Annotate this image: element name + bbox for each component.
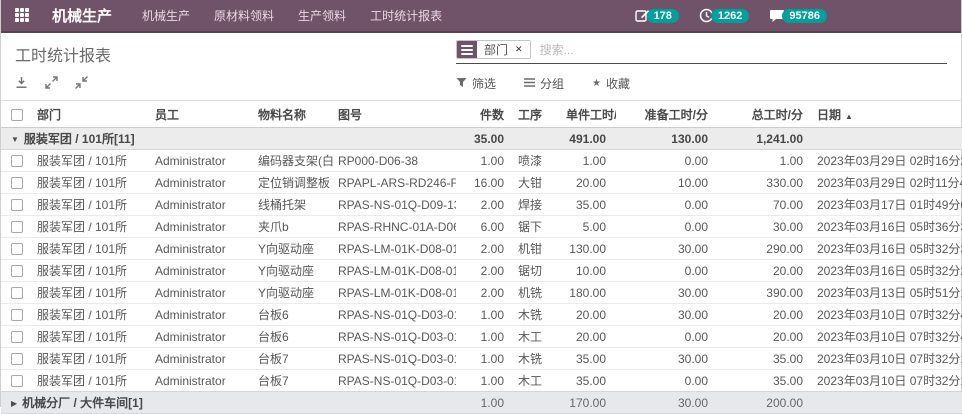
table-row[interactable]: 服装军团 / 101所Administrator线桶托架RPAS-NS-01Q-… xyxy=(1,194,962,216)
filter-button[interactable]: 筛选 xyxy=(456,75,496,92)
table-row[interactable]: 服装军团 / 101所AdministratorY向驱动座RPAS-LM-01K… xyxy=(1,238,962,260)
table-row[interactable]: 服装军团 / 101所Administrator台板7RPAS-NS-01Q-D… xyxy=(1,370,962,392)
activities-badge[interactable]: 1262 xyxy=(699,8,749,23)
table-row[interactable]: 服装军团 / 101所Administrator编码器支架(白色)RP000-D… xyxy=(1,150,962,172)
table-row[interactable]: 服装军团 / 101所Administrator夹爪bRPAS-RHNC-01A… xyxy=(1,216,962,238)
row-checkbox[interactable] xyxy=(11,331,23,343)
row-checkbox[interactable] xyxy=(11,243,23,255)
table-row[interactable]: 服装军团 / 101所Administrator台板6RPAS-NS-01Q-D… xyxy=(1,326,962,348)
menu-item-production[interactable]: 机械生产 xyxy=(142,7,190,24)
col-header-material[interactable]: 物料名称 xyxy=(254,101,334,128)
top-navbar: 机械生产 机械生产 原材料领料 生产领料 工时统计报表 178 1262 xyxy=(1,0,961,33)
row-checkbox[interactable] xyxy=(11,353,23,365)
collapse-icon xyxy=(75,76,88,92)
filter-icon xyxy=(456,77,467,91)
star-icon: ★ xyxy=(592,78,601,89)
app-title: 机械生产 xyxy=(52,5,112,26)
top-menu: 机械生产 原材料领料 生产领料 工时统计报表 xyxy=(142,7,442,24)
view-tools xyxy=(15,76,456,92)
row-checkbox[interactable] xyxy=(11,287,23,299)
group-row[interactable]: ▼服装军团 / 101所[11]35.00491.00130.001,241.0… xyxy=(1,128,962,150)
table-row[interactable]: 服装军团 / 101所AdministratorY向驱动座RPAS-LM-01K… xyxy=(1,260,962,282)
table-row[interactable]: 服装军团 / 101所Administrator台板7RPAS-NS-01Q-D… xyxy=(1,348,962,370)
group-row[interactable]: ▶机械分厂 / 大件车间[1]1.00170.0030.00200.00 xyxy=(1,392,962,414)
app-window: 机械生产 机械生产 原材料领料 生产领料 工时统计报表 178 1262 xyxy=(0,0,962,407)
download-icon xyxy=(15,76,28,92)
search-bar: 部门 ✕ xyxy=(456,40,947,64)
caret-down-icon: ▼ xyxy=(11,135,19,144)
col-header-employee[interactable]: 员工 xyxy=(151,101,254,128)
table-row[interactable]: 服装军团 / 101所AdministratorY向驱动座RPAS-LM-01K… xyxy=(1,282,962,304)
menu-item-production-picking[interactable]: 生产领料 xyxy=(298,7,346,24)
col-header-prep-hours[interactable]: 准备工时/分 xyxy=(616,101,718,128)
menu-item-raw-material[interactable]: 原材料领料 xyxy=(214,7,274,24)
export-button[interactable] xyxy=(15,76,28,92)
compose-count-badge: 178 xyxy=(647,9,679,23)
col-header-qty[interactable]: 件数 xyxy=(456,101,514,128)
expand-icon xyxy=(45,76,58,92)
apps-menu-icon[interactable] xyxy=(15,8,30,23)
row-checkbox[interactable] xyxy=(11,199,23,211)
activities-count-badge: 1262 xyxy=(711,9,749,23)
select-all-checkbox[interactable] xyxy=(11,109,23,121)
facet-remove-icon[interactable]: ✕ xyxy=(515,44,523,55)
select-all-cell xyxy=(1,101,33,128)
menu-item-hours-report[interactable]: 工时统计报表 xyxy=(370,7,442,24)
expand-all-button[interactable] xyxy=(45,76,58,92)
table-header-row: 部门 员工 物料名称 图号 件数 工序 单件工时/分 准备工时/分 总工时/分 … xyxy=(1,101,962,128)
table-row[interactable]: 服装军团 / 101所Administrator定位销调整板RPAPL-ARS-… xyxy=(1,172,962,194)
compose-badge[interactable]: 178 xyxy=(635,8,679,23)
group-by-facet-icon xyxy=(457,41,477,58)
col-header-drawing-no[interactable]: 图号 xyxy=(334,101,456,128)
row-checkbox[interactable] xyxy=(11,177,23,189)
row-checkbox[interactable] xyxy=(11,265,23,277)
report-table: 部门 员工 物料名称 图号 件数 工序 单件工时/分 准备工时/分 总工时/分 … xyxy=(1,100,962,414)
facet-label: 部门 ✕ xyxy=(477,41,530,58)
favorites-button[interactable]: ★ 收藏 xyxy=(592,75,630,92)
messages-badge[interactable]: 95786 xyxy=(769,8,827,23)
messages-count-badge: 95786 xyxy=(782,9,827,23)
group-by-button[interactable]: 分组 xyxy=(524,75,564,92)
col-header-process[interactable]: 工序 xyxy=(514,101,562,128)
col-header-date[interactable]: 日期▲ xyxy=(813,101,962,128)
search-input[interactable] xyxy=(531,43,947,57)
row-checkbox[interactable] xyxy=(11,155,23,167)
search-tools: 筛选 分组 ★ 收藏 xyxy=(456,75,947,92)
control-panel: 工时统计报表 部门 ✕ xyxy=(1,33,961,100)
row-checkbox[interactable] xyxy=(11,375,23,387)
col-header-unit-hours[interactable]: 单件工时/分 xyxy=(562,101,616,128)
sort-asc-icon: ▲ xyxy=(845,112,853,121)
search-facet-department[interactable]: 部门 ✕ xyxy=(456,40,531,59)
row-checkbox[interactable] xyxy=(11,221,23,233)
topbar-right: 178 1262 95786 xyxy=(635,8,947,23)
collapse-all-button[interactable] xyxy=(75,76,88,92)
row-checkbox[interactable] xyxy=(11,309,23,321)
table-row[interactable]: 服装军团 / 101所Administrator台板6RPAS-NS-01Q-D… xyxy=(1,304,962,326)
table-body: ▼服装军团 / 101所[11]35.00491.00130.001,241.0… xyxy=(1,128,962,414)
group-by-icon xyxy=(524,77,535,91)
page-title: 工时统计报表 xyxy=(15,40,456,66)
col-header-department[interactable]: 部门 xyxy=(33,101,151,128)
col-header-total-hours[interactable]: 总工时/分 xyxy=(718,101,813,128)
